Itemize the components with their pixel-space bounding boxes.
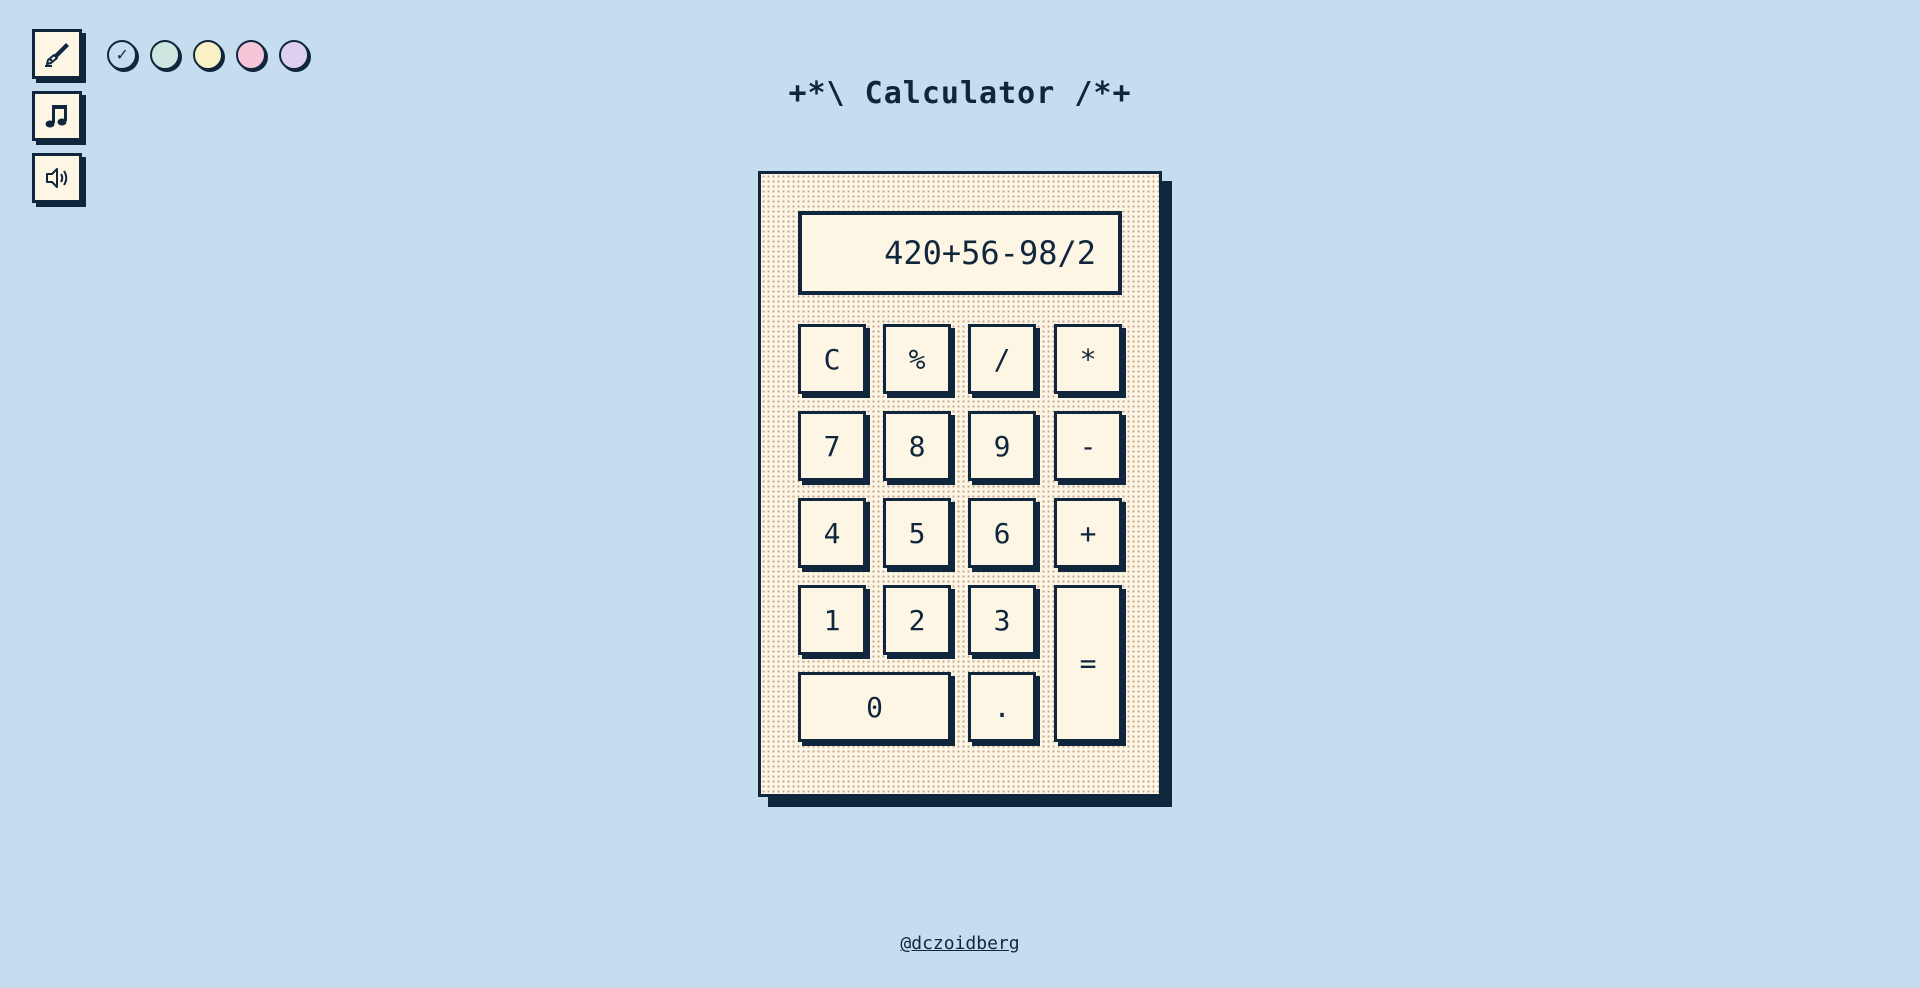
sound-toggle-button[interactable]	[32, 153, 82, 203]
key-3[interactable]: 3	[968, 585, 1036, 655]
theme-swatch-lavender[interactable]	[279, 40, 309, 70]
key-clear[interactable]: C	[798, 324, 866, 394]
author-credit-link[interactable]: @dczoidberg	[900, 933, 1019, 954]
theme-swatch-yellow[interactable]	[193, 40, 223, 70]
key-7[interactable]: 7	[798, 411, 866, 481]
key-multiply[interactable]: *	[1054, 324, 1122, 394]
key-9[interactable]: 9	[968, 411, 1036, 481]
key-6[interactable]: 6	[968, 498, 1036, 568]
key-4[interactable]: 4	[798, 498, 866, 568]
theme-swatch-pink[interactable]	[236, 40, 266, 70]
pen-tool-button[interactable]	[32, 29, 82, 79]
footer: @dczoidberg	[0, 933, 1920, 954]
key-1[interactable]: 1	[798, 585, 866, 655]
key-decimal[interactable]: .	[968, 672, 1036, 742]
pen-icon	[45, 43, 69, 67]
key-divide[interactable]: /	[968, 324, 1036, 394]
key-plus[interactable]: +	[1054, 498, 1122, 568]
theme-swatch-mint[interactable]	[150, 40, 180, 70]
calculator-display: 420+56-98/2	[798, 211, 1122, 295]
toolbar	[32, 29, 82, 203]
page-title: +*\ Calculator /*+	[788, 76, 1132, 111]
key-minus[interactable]: -	[1054, 411, 1122, 481]
key-2[interactable]: 2	[883, 585, 951, 655]
theme-swatch-blue[interactable]: ✓	[107, 40, 137, 70]
key-5[interactable]: 5	[883, 498, 951, 568]
key-8[interactable]: 8	[883, 411, 951, 481]
key-percent[interactable]: %	[883, 324, 951, 394]
theme-swatches: ✓	[107, 40, 309, 70]
calculator: 420+56-98/2 C % / * 7 8 9 - 4 5 6 + 1 2 …	[758, 171, 1162, 797]
key-0[interactable]: 0	[798, 672, 951, 742]
key-equals[interactable]: =	[1054, 585, 1122, 742]
checkmark-icon: ✓	[116, 44, 128, 65]
display-expression: 420+56-98/2	[884, 234, 1096, 272]
speaker-icon	[46, 168, 68, 188]
